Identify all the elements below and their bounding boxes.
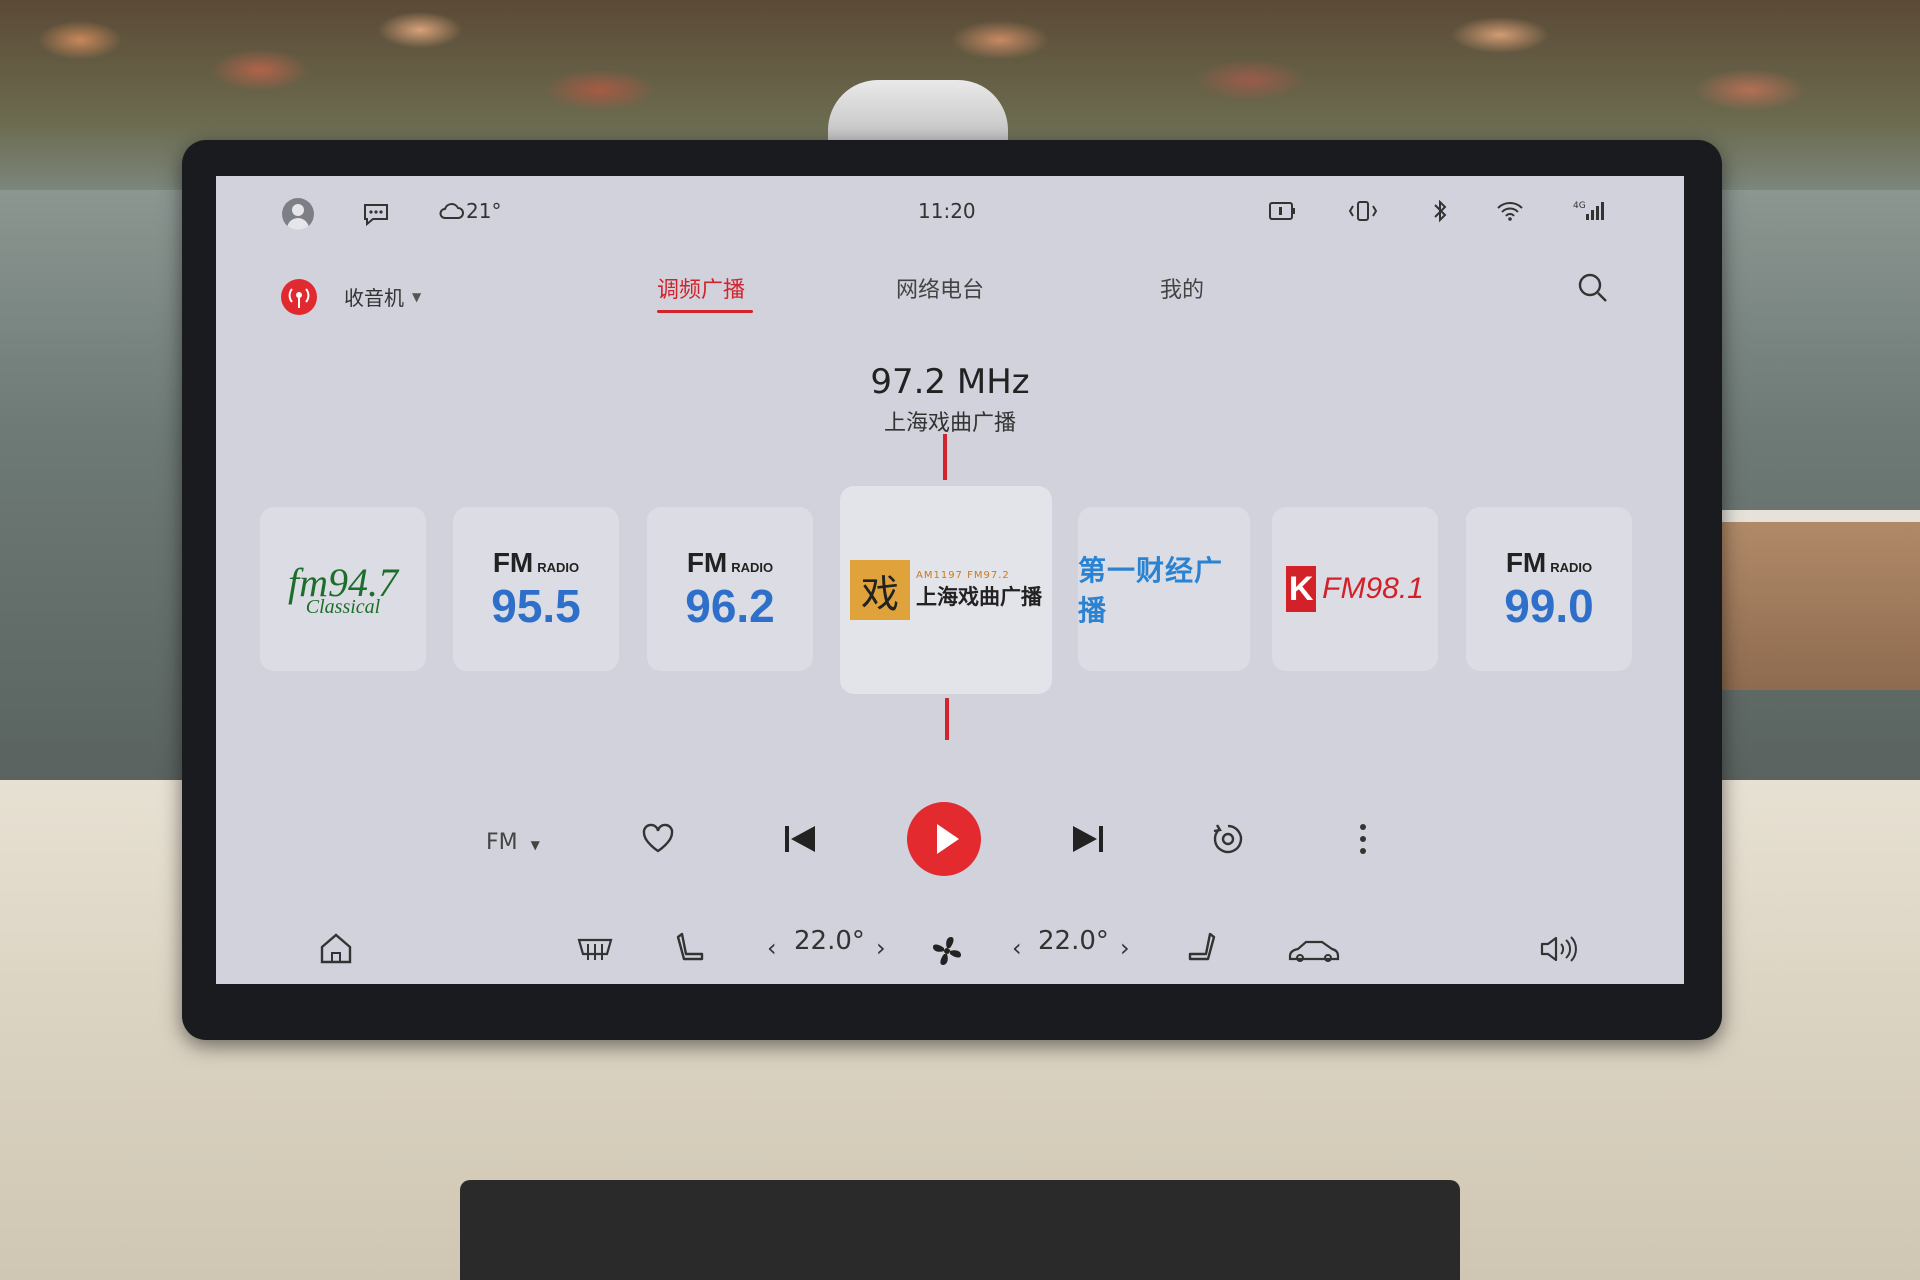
radio-app-icon	[281, 279, 317, 315]
temp-right-decrease[interactable]: ‹	[1012, 934, 1022, 962]
k-logo-icon: K	[1286, 566, 1317, 612]
opera-emblem-icon: 戏	[850, 560, 910, 620]
temp-right-increase[interactable]: ›	[1120, 934, 1130, 962]
vibrate-icon[interactable]	[1346, 200, 1380, 222]
station-logo-opera: 戏 AM1197 FM97.2 上海戏曲广播	[850, 560, 1042, 620]
tuner-indicator-top	[943, 434, 947, 480]
skip-previous-icon[interactable]	[783, 824, 817, 854]
fm-radio-label: FM RADIO	[686, 546, 774, 578]
weather-widget[interactable]: 21°	[438, 198, 501, 224]
temp-left: 22.0°	[794, 926, 865, 956]
active-tab-indicator	[657, 310, 753, 313]
temp-right: 22.0°	[1038, 926, 1109, 956]
current-station-name: 上海戏曲广播	[883, 411, 1016, 436]
rear-defrost-icon[interactable]	[576, 934, 614, 964]
cloud-icon	[438, 201, 464, 221]
fm-radio-label: FM RADIO	[492, 546, 580, 578]
seat-heat-right-icon[interactable]	[1186, 931, 1218, 965]
bluetooth-icon[interactable]	[1432, 198, 1448, 224]
fm-radio-label: FM RADIO	[1505, 546, 1593, 578]
caret-down-icon: ▼	[412, 289, 422, 304]
app-switcher[interactable]: 收音机 ▼	[344, 282, 421, 311]
station-card[interactable]: 第一财经广播	[1078, 507, 1250, 671]
temp-left-increase[interactable]: ›	[876, 934, 886, 962]
station-card[interactable]: fm94.7 Classical	[260, 507, 426, 671]
skip-next-icon[interactable]	[1071, 824, 1105, 854]
network-label: 4G	[1573, 201, 1586, 211]
station-logo-caijing: 第一财经广播	[1078, 555, 1224, 626]
user-avatar-icon[interactable]	[282, 198, 314, 230]
tab-fm-broadcast[interactable]: 调频广播	[657, 272, 745, 304]
volume-icon[interactable]	[1539, 934, 1577, 964]
tab-mine[interactable]: 我的	[1160, 272, 1204, 304]
station-card[interactable]: FM RADIO 99.0	[1466, 507, 1632, 671]
station-frequency: 95.5	[491, 579, 581, 632]
scan-icon[interactable]	[1211, 822, 1245, 856]
station-card[interactable]: K FM98.1	[1272, 507, 1438, 671]
station-card[interactable]: FM RADIO 95.5	[453, 507, 619, 671]
tuner-indicator-bottom	[945, 698, 949, 740]
cellular-signal-icon: 4G	[1572, 198, 1606, 224]
play-button[interactable]	[907, 802, 981, 876]
caret-down-icon: ▼	[530, 838, 540, 852]
favorite-heart-icon[interactable]	[641, 822, 675, 854]
weather-temperature: 21°	[466, 199, 502, 223]
infotainment-screen: 21° 11:20 4G 收音机 ▼ 调频广播 网络电台 我的 97.2 MHz…	[216, 176, 1684, 984]
car-climate-icon[interactable]	[1286, 936, 1342, 964]
phone-projection-icon[interactable]	[1268, 200, 1298, 222]
station-card[interactable]: FM RADIO 96.2	[647, 507, 813, 671]
temp-left-decrease[interactable]: ‹	[767, 934, 777, 962]
app-label: 收音机	[344, 286, 404, 310]
search-icon[interactable]	[1577, 272, 1609, 304]
home-icon[interactable]	[318, 931, 354, 965]
band-selector[interactable]: FM ▼	[486, 830, 540, 855]
station-logo-classical: fm94.7 Classical	[288, 560, 398, 618]
tab-online-radio[interactable]: 网络电台	[896, 272, 984, 304]
message-icon[interactable]	[362, 202, 390, 226]
current-frequency: 97.2 MHz	[870, 362, 1030, 402]
status-bar: 21° 11:20 4G	[216, 176, 1684, 246]
station-logo-k981: K FM98.1	[1286, 566, 1424, 612]
station-frequency: 96.2	[685, 579, 775, 632]
air-vent	[460, 1180, 1460, 1280]
clock: 11:20	[918, 199, 976, 223]
more-options-icon[interactable]	[1359, 822, 1367, 856]
band-label: FM	[486, 830, 518, 855]
station-card-selected[interactable]: 戏 AM1197 FM97.2 上海戏曲广播	[840, 486, 1052, 694]
seat-heat-left-icon[interactable]	[674, 931, 706, 965]
fan-icon[interactable]	[930, 934, 964, 968]
wifi-icon[interactable]	[1496, 200, 1524, 222]
station-frequency: 99.0	[1504, 579, 1594, 632]
